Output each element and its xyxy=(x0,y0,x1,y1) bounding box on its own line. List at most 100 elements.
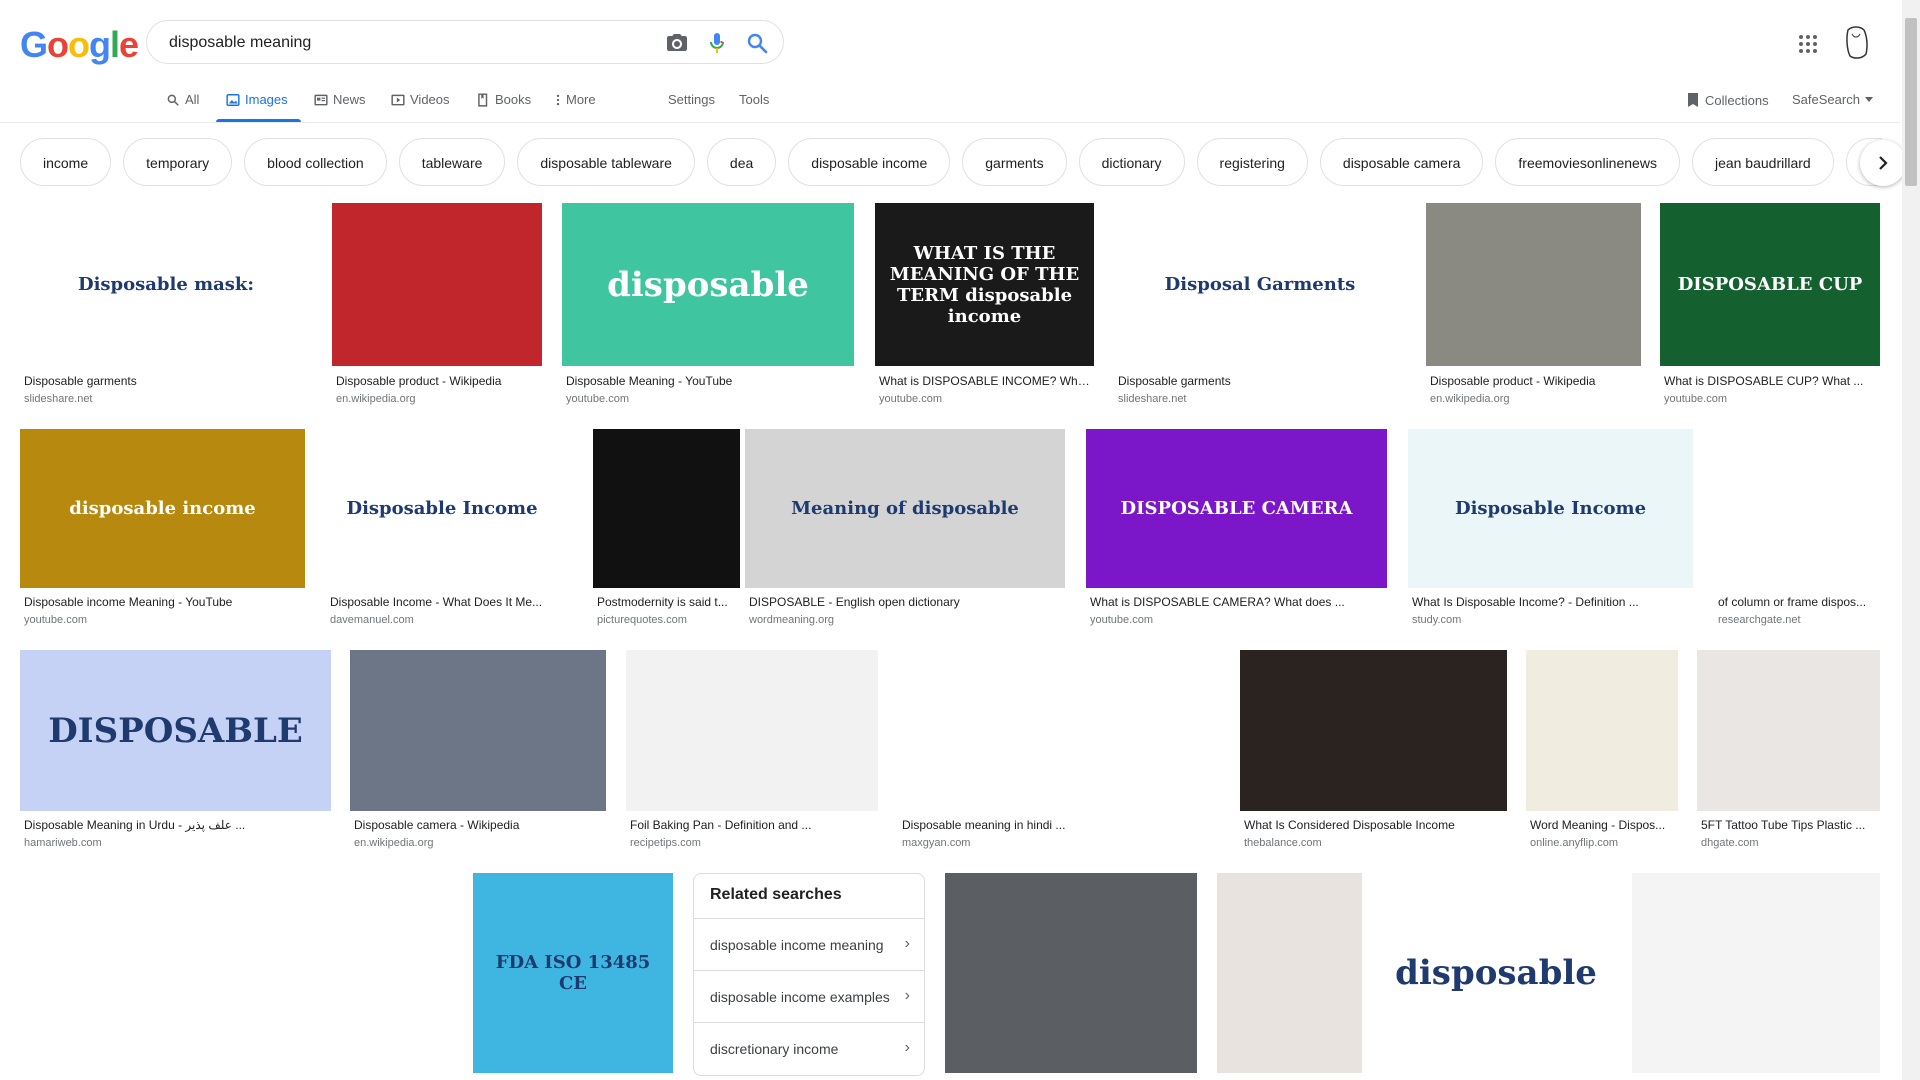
result-source[interactable]: picturequotes.com xyxy=(597,614,687,626)
result-thumbnail[interactable] xyxy=(626,650,878,811)
result-source[interactable]: youtube.com xyxy=(24,614,87,626)
image-result[interactable]: WHAT IS THE MEANING OF THE TERM disposab… xyxy=(875,203,1094,410)
image-result[interactable]: DISPOSABLE CAMERA What is DISPOSABLE CAME… xyxy=(1086,429,1387,631)
result-source[interactable]: en.wikipedia.org xyxy=(1430,393,1510,405)
result-thumbnail[interactable] xyxy=(310,873,455,1073)
tab-news[interactable]: News xyxy=(314,92,366,107)
search-input[interactable] xyxy=(167,31,651,55)
result-title[interactable]: Postmodernity is said t... xyxy=(597,595,736,609)
result-title[interactable]: Disposable camera - Wikipedia xyxy=(354,818,602,832)
result-title[interactable]: What is DISPOSABLE CAMERA? What does ... xyxy=(1090,595,1383,609)
result-title[interactable]: DISPOSABLE - English open dictionary xyxy=(749,595,1061,609)
result-thumbnail[interactable] xyxy=(1632,873,1880,1073)
tab-images[interactable]: Images xyxy=(226,92,288,107)
google-logo[interactable]: Google xyxy=(20,24,139,66)
result-thumbnail[interactable]: Disposable mask: xyxy=(20,203,312,366)
chip[interactable]: disposable camera xyxy=(1319,138,1484,186)
image-result[interactable]: Word Meaning - Dispos... online.anyflip.c… xyxy=(1526,650,1678,854)
image-result[interactable]: Disposable Income What Is Disposable Inco… xyxy=(1408,429,1693,631)
tools-link[interactable]: Tools xyxy=(739,92,769,107)
result-source[interactable]: youtube.com xyxy=(879,393,942,405)
chip[interactable]: tableware xyxy=(398,138,506,186)
result-source[interactable]: dhgate.com xyxy=(1701,837,1758,849)
result-thumbnail[interactable] xyxy=(1714,429,1880,588)
result-thumbnail[interactable] xyxy=(1697,650,1880,811)
result-title[interactable]: Disposable meaning in hindi ... xyxy=(902,818,1216,832)
result-title[interactable]: Disposable Income - What Does It Me... xyxy=(330,595,554,609)
image-result[interactable]: Disposable Income Disposable Income - Wha… xyxy=(326,429,558,631)
image-result[interactable]: Disposal Garments Disposable garments slid… xyxy=(1114,203,1406,410)
image-result[interactable]: Disposable camera - Wikipedia en.wikipedi… xyxy=(350,650,606,854)
result-thumbnail[interactable] xyxy=(593,429,740,588)
chip[interactable]: garments xyxy=(962,138,1067,186)
tab-books[interactable]: Books xyxy=(476,92,531,107)
chip[interactable]: dea xyxy=(706,138,777,186)
result-source[interactable]: recipetips.com xyxy=(630,837,701,849)
result-thumbnail[interactable]: disposable income xyxy=(20,429,305,588)
image-result[interactable]: disposable income Disposable income Meani… xyxy=(20,429,305,631)
chip[interactable]: disposable income xyxy=(788,138,951,186)
result-thumbnail[interactable]: disposable xyxy=(1382,873,1610,1073)
related-item[interactable]: disposable income meaning › xyxy=(694,918,924,971)
result-thumbnail[interactable]: Disposable Income xyxy=(326,429,558,588)
result-title[interactable]: of column or frame dispos... xyxy=(1718,595,1876,609)
image-result[interactable] xyxy=(945,873,1197,1073)
chip[interactable]: blood collection xyxy=(244,138,387,186)
result-thumbnail[interactable]: DISPOSABLE CUP xyxy=(1660,203,1880,366)
image-result[interactable]: Disposable meaning in hindi ... maxgyan.c… xyxy=(898,650,1220,854)
chip[interactable]: registering xyxy=(1196,138,1308,186)
chip[interactable]: income xyxy=(20,138,112,186)
image-result[interactable]: Disposable product - Wikipedia en.wikiped… xyxy=(1426,203,1641,410)
result-source[interactable]: slideshare.net xyxy=(1118,393,1187,405)
result-source[interactable]: study.com xyxy=(1412,614,1461,626)
result-title[interactable]: What Is Disposable Income? - Definition … xyxy=(1412,595,1689,609)
result-thumbnail[interactable]: WHAT IS THE MEANING OF THE TERM disposab… xyxy=(875,203,1094,366)
result-thumbnail[interactable] xyxy=(945,873,1197,1073)
result-source[interactable]: davemanuel.com xyxy=(330,614,414,626)
result-thumbnail[interactable] xyxy=(1426,203,1641,366)
chip[interactable]: temporary xyxy=(123,138,233,186)
result-title[interactable]: Word Meaning - Dispos... xyxy=(1530,818,1674,832)
image-result[interactable]: of column or frame dispos... researchgate… xyxy=(1714,429,1880,631)
camera-icon[interactable] xyxy=(665,31,689,55)
image-result[interactable]: FDA ISO 13485 CE xyxy=(473,873,673,1073)
avatar[interactable] xyxy=(1840,24,1872,60)
result-thumbnail[interactable]: Meaning of disposable xyxy=(745,429,1065,588)
result-source[interactable]: youtube.com xyxy=(1664,393,1727,405)
image-result[interactable] xyxy=(310,873,455,1073)
image-result[interactable]: What Is Considered Disposable Income theb… xyxy=(1240,650,1507,854)
tab-videos[interactable]: Videos xyxy=(391,92,450,107)
result-title[interactable]: Disposable product - Wikipedia xyxy=(1430,374,1637,388)
result-title[interactable]: Foil Baking Pan - Definition and ... xyxy=(630,818,874,832)
chips-next-button[interactable] xyxy=(1860,140,1906,186)
search-icon[interactable] xyxy=(745,31,769,55)
image-result[interactable] xyxy=(20,873,290,1073)
image-result[interactable]: 5FT Tattoo Tube Tips Plastic ... dhgate.c… xyxy=(1697,650,1880,854)
apps-grid-icon[interactable] xyxy=(1796,32,1820,56)
tab-more[interactable]: More xyxy=(555,92,596,107)
image-result[interactable]: disposable xyxy=(1382,873,1610,1073)
chip[interactable]: freemoviesonlinenews xyxy=(1495,138,1680,186)
result-thumbnail[interactable]: Disposal Garments xyxy=(1114,203,1406,366)
result-source[interactable]: maxgyan.com xyxy=(902,837,970,849)
result-thumbnail[interactable]: DISPOSABLE CAMERA xyxy=(1086,429,1387,588)
image-result[interactable]: disposable Disposable Meaning - YouTube yo… xyxy=(562,203,854,410)
result-source[interactable]: wordmeaning.org xyxy=(749,614,834,626)
result-source[interactable]: youtube.com xyxy=(1090,614,1153,626)
result-thumbnail[interactable] xyxy=(20,873,290,1073)
result-source[interactable]: slideshare.net xyxy=(24,393,93,405)
image-result[interactable]: Disposable product - Wikipedia en.wikiped… xyxy=(332,203,542,410)
result-source[interactable]: youtube.com xyxy=(566,393,629,405)
result-title[interactable]: Disposable product - Wikipedia xyxy=(336,374,538,388)
result-source[interactable]: thebalance.com xyxy=(1244,837,1322,849)
result-thumbnail[interactable]: DISPOSABLE xyxy=(20,650,331,811)
image-result[interactable]: Foil Baking Pan - Definition and ... reci… xyxy=(626,650,878,854)
result-thumbnail[interactable]: Disposable Income xyxy=(1408,429,1693,588)
result-thumbnail[interactable]: FDA ISO 13485 CE xyxy=(473,873,673,1073)
image-result[interactable]: Meaning of disposable DISPOSABLE - Englis… xyxy=(745,429,1065,631)
collections-link[interactable]: Collections xyxy=(1686,92,1769,108)
related-item[interactable]: discretionary income › xyxy=(694,1022,924,1075)
result-title[interactable]: Disposable Meaning in Urdu - علف پذیر ..… xyxy=(24,818,327,832)
tab-all[interactable]: All xyxy=(166,92,199,107)
result-source[interactable]: researchgate.net xyxy=(1718,614,1801,626)
